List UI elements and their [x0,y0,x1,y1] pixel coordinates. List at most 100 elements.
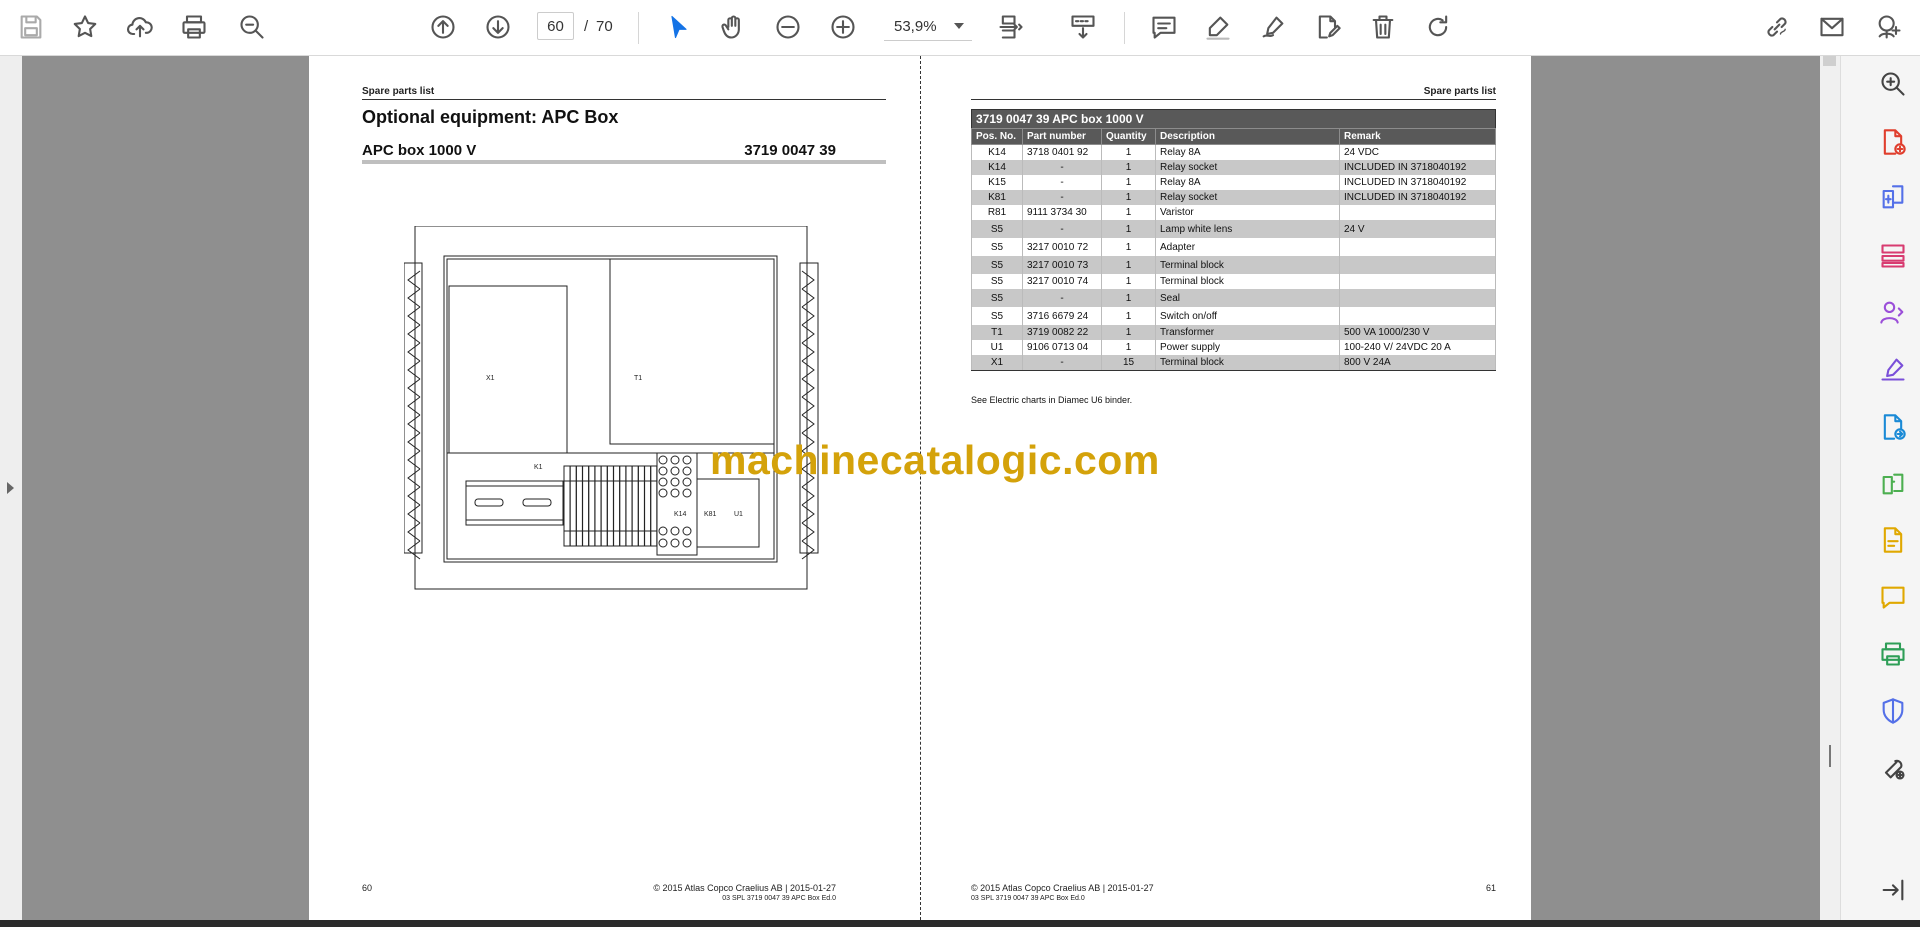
transformer-component [448,285,568,454]
zoom-in-icon[interactable] [826,10,860,44]
bookmark-star-icon[interactable] [68,10,102,44]
vertical-scrollbar[interactable] [1820,56,1840,920]
cell-part: - [1022,190,1102,205]
rotate-icon[interactable] [1421,10,1455,44]
spare-parts-table: 3719 0047 39 APC box 1000 V Pos. No. Par… [971,109,1496,371]
cell-desc: Lamp white lens [1155,220,1340,238]
delete-trash-icon[interactable] [1366,10,1400,44]
print-icon[interactable] [177,10,211,44]
comment-panel-icon[interactable] [1876,580,1910,614]
protect-shield-icon[interactable] [1876,694,1910,728]
footer-copyright: © 2015 Atlas Copco Craelius AB | 2015-01… [653,883,836,893]
column-header: Quantity [1101,128,1156,145]
zoom-value: 53,9% [894,18,937,35]
scrollbar-grip[interactable] [1829,745,1831,767]
column-header: Pos. No. [971,128,1023,145]
table-row: K14-1 Relay socket INCLUDED IN 3718040192 [971,160,1496,175]
zoom-out-icon[interactable] [771,10,805,44]
pdf-page-61: Spare parts list 3719 0047 39 APC box 10… [920,56,1531,920]
column-header: Description [1155,128,1340,145]
organize-pages-icon[interactable] [1876,239,1910,273]
upload-cloud-icon[interactable] [123,10,157,44]
export-pdf-icon[interactable] [1876,410,1910,444]
cell-qty: 15 [1101,355,1156,371]
combine-files-icon[interactable] [1876,181,1910,215]
find-zoom-icon[interactable] [235,10,269,44]
table-title: 3719 0047 39 APC box 1000 V [971,109,1496,128]
draw-signature-icon[interactable] [1256,10,1290,44]
cell-qty: 1 [1101,289,1156,307]
cell-remark [1339,307,1496,325]
cell-desc: Relay socket [1155,160,1340,175]
select-cursor-icon[interactable] [662,10,696,44]
email-icon[interactable] [1815,10,1849,44]
zoom-search-icon[interactable] [1876,67,1910,101]
comment-icon[interactable] [1147,10,1181,44]
cell-remark [1339,289,1496,307]
cell-desc: Adapter [1155,238,1340,256]
expand-left-panel-icon[interactable] [7,482,14,494]
hand-pan-icon[interactable] [716,10,750,44]
cell-qty: 1 [1101,325,1156,340]
zoom-dropdown[interactable]: 53,9% [884,12,972,41]
apc-box-drawing: X1 T1 K1 K14 K81 U1 [404,226,819,590]
cell-part: - [1022,175,1102,190]
cell-pos: S5 [971,238,1023,256]
cell-remark [1339,238,1496,256]
cell-desc: Terminal block [1155,355,1340,371]
cell-pos: K81 [971,190,1023,205]
section-part-number: 3719 0047 39 [744,142,836,159]
cell-qty: 1 [1101,175,1156,190]
cell-qty: 1 [1101,144,1156,160]
scan-print-icon[interactable] [1876,637,1910,671]
previous-page-icon[interactable] [426,10,460,44]
page-number: 60 [362,883,373,893]
cell-qty: 1 [1101,340,1156,355]
cell-remark: 800 V 24A [1339,355,1496,371]
more-tools-icon[interactable] [1876,751,1910,785]
table-row: R81 9111 3734 30 1 Varistor [971,205,1496,220]
cell-pos: S5 [971,289,1023,307]
cell-pos: S5 [971,256,1023,274]
create-pdf-icon[interactable] [1876,125,1910,159]
save-icon[interactable] [14,10,48,44]
cell-remark: 500 VA 1000/230 V [1339,325,1496,340]
cell-desc: Transformer [1155,325,1340,340]
cell-pos: K14 [971,144,1023,160]
cell-remark: INCLUDED IN 3718040192 [1339,160,1496,175]
toolbar-divider [638,12,639,44]
table-note: See Electric charts in Diamec U6 binder. [971,395,1133,405]
cell-qty: 1 [1101,160,1156,175]
edit-text-icon[interactable] [1311,10,1345,44]
collapse-panel-icon[interactable] [1876,873,1910,907]
cell-pos: U1 [971,340,1023,355]
scrollbar-thumb[interactable] [1823,56,1836,66]
drawing-label-t1: T1 [634,375,642,382]
table-row: S5 3217 0010 72 1 Adapter [971,238,1496,256]
page-number-input[interactable] [537,12,574,40]
cell-desc: Relay socket [1155,190,1340,205]
table-row: S5 3217 0010 74 1 Terminal block [971,274,1496,289]
share-users-icon[interactable] [1876,295,1910,329]
section-rule [362,160,886,164]
page-header: Spare parts list [362,86,435,97]
cell-remark [1339,205,1496,220]
cell-pos: R81 [971,205,1023,220]
column-header: Part number [1022,128,1102,145]
cell-remark: 24 VDC [1339,144,1496,160]
cell-part: - [1022,160,1102,175]
share-link-icon[interactable] [1760,10,1794,44]
edit-pdf-icon[interactable] [1876,523,1910,557]
highlight-pen-icon[interactable] [1201,10,1235,44]
header-rule [971,99,1496,100]
add-user-icon[interactable] [1872,10,1906,44]
page-fit-icon[interactable] [994,10,1028,44]
table-row: X1-15 Terminal block 800 V 24A [971,355,1496,371]
fill-sign-icon[interactable] [1876,352,1910,386]
terminal-block-row [563,455,692,548]
chevron-down-icon [954,23,964,29]
compare-files-icon[interactable] [1876,467,1910,501]
scroll-mode-icon[interactable] [1066,10,1100,44]
footer-document-id: 03 SPL 3719 0047 39 APC Box Ed.0 [722,895,836,902]
next-page-icon[interactable] [481,10,515,44]
